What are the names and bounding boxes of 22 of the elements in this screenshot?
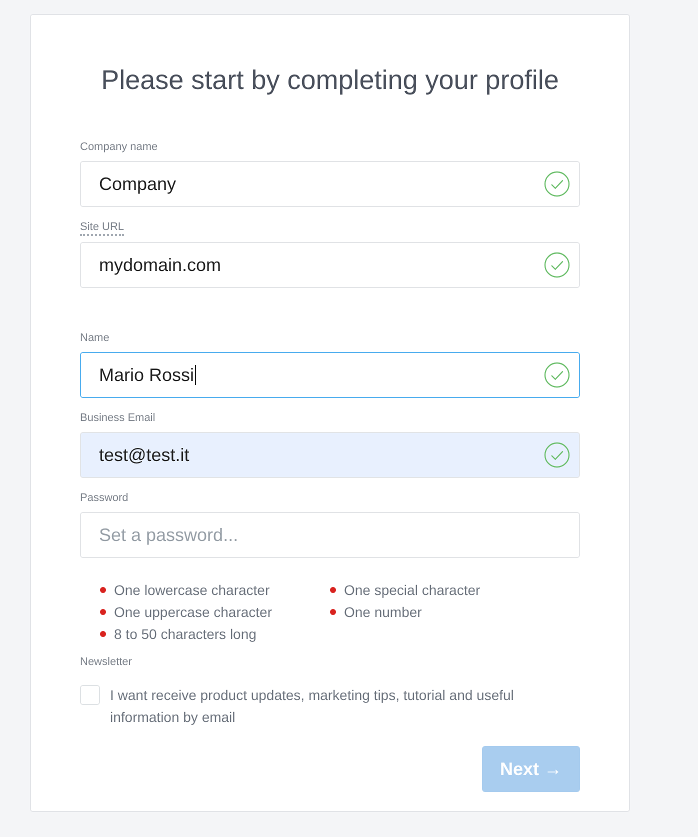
page-title: Please start by completing your profile	[100, 65, 560, 96]
field-label: Business Email	[80, 412, 156, 425]
password-rule: One number	[344, 604, 422, 620]
check-circle-icon	[544, 362, 570, 388]
password-rule: One lowercase character	[114, 582, 270, 598]
field-label: Newsletter	[80, 656, 132, 669]
password-rule: One uppercase character	[114, 604, 272, 620]
text-field[interactable]: test@test.it	[80, 432, 580, 478]
check-circle-icon	[544, 442, 570, 468]
password-rule: One special character	[344, 582, 480, 598]
check-circle-icon	[544, 252, 570, 278]
text-field[interactable]: Mario Rossi	[80, 352, 580, 398]
password-rule: 8 to 50 characters long	[114, 626, 256, 642]
checkbox-label: I want receive product updates, marketing tips, tutorial and useful information by email	[110, 686, 515, 727]
field-label: Password	[80, 492, 128, 505]
check-circle-icon	[544, 171, 570, 197]
checkbox[interactable]	[80, 685, 100, 705]
text-field[interactable]: mydomain.com	[80, 242, 580, 288]
text-field[interactable]: Company	[80, 161, 580, 207]
field-label: Site URL	[80, 221, 124, 236]
field-label: Company name	[80, 141, 158, 154]
field-label: Name	[80, 332, 110, 345]
